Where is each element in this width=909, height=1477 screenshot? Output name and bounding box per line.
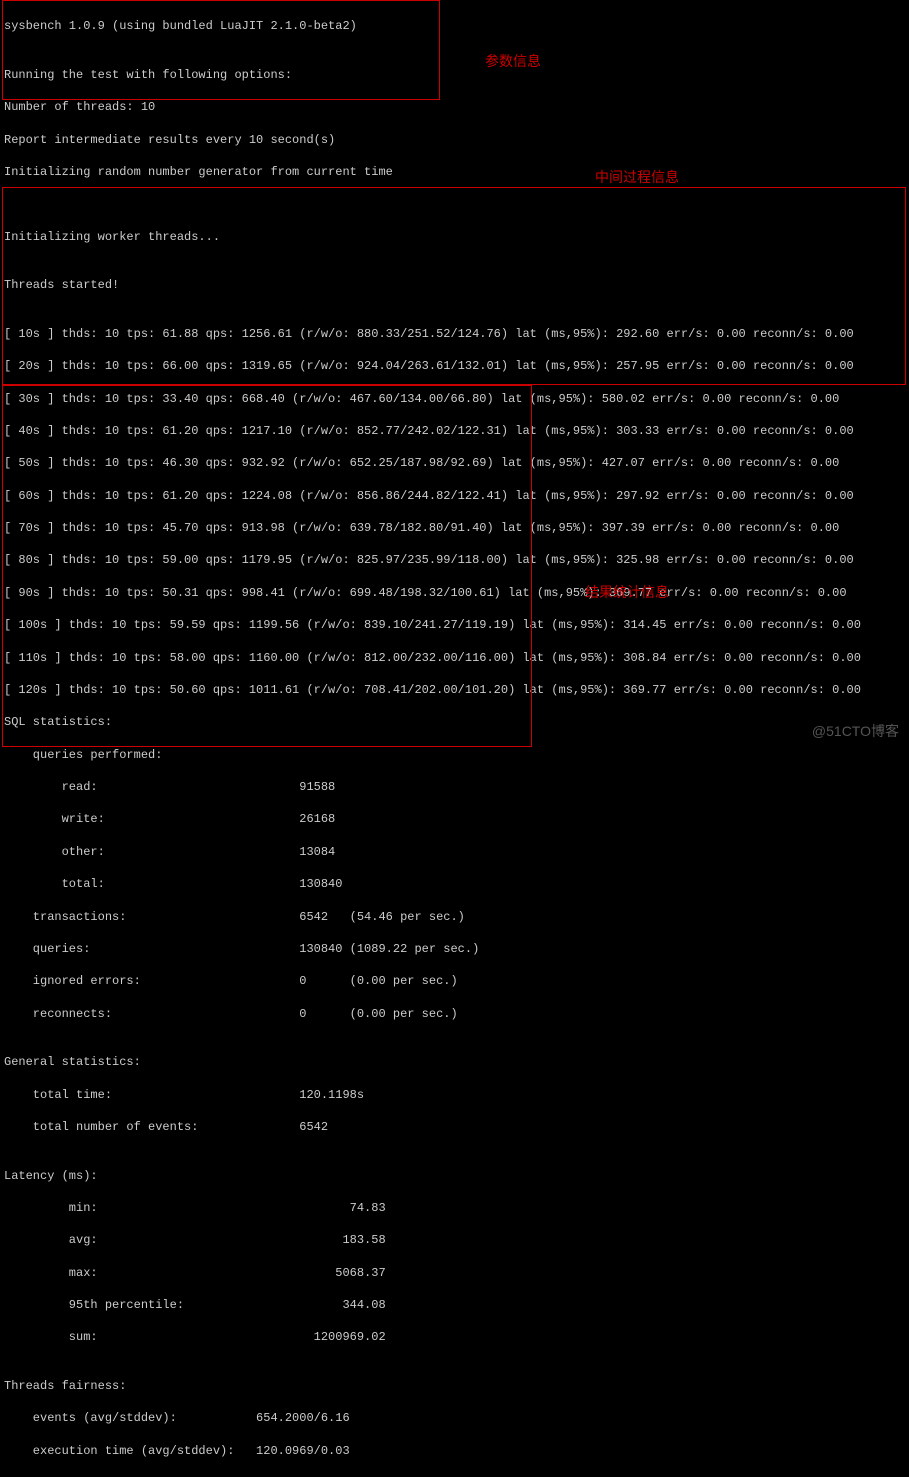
latency-header: Latency (ms): <box>4 1168 905 1184</box>
intermediate-row: [ 90s ] thds: 10 tps: 50.31 qps: 998.41 … <box>4 585 905 601</box>
stat-total-events: total number of events: 6542 <box>4 1119 905 1135</box>
general-stats-header: General statistics: <box>4 1054 905 1070</box>
stat-ignored-errors: ignored errors: 0 (0.00 per sec.) <box>4 973 905 989</box>
version-line: sysbench 1.0.9 (using bundled LuaJIT 2.1… <box>4 18 905 34</box>
stat-exec-fair: execution time (avg/stddev): 120.0969/0.… <box>4 1443 905 1459</box>
stat-lat-sum: sum: 1200969.02 <box>4 1329 905 1345</box>
terminal-output: sysbench 1.0.9 (using bundled LuaJIT 2.1… <box>0 0 909 1477</box>
stat-other: other: 13084 <box>4 844 905 860</box>
stat-lat-max: max: 5068.37 <box>4 1265 905 1281</box>
intermediate-row: [ 110s ] thds: 10 tps: 58.00 qps: 1160.0… <box>4 650 905 666</box>
intermediate-row: [ 120s ] thds: 10 tps: 50.60 qps: 1011.6… <box>4 682 905 698</box>
init-rng-line: Initializing random number generator fro… <box>4 164 905 180</box>
intermediate-row: [ 50s ] thds: 10 tps: 46.30 qps: 932.92 … <box>4 455 905 471</box>
watermark: @51CTO博客 <box>812 722 899 741</box>
intermediate-row: [ 60s ] thds: 10 tps: 61.20 qps: 1224.08… <box>4 488 905 504</box>
threads-line: Number of threads: 10 <box>4 99 905 115</box>
stat-transactions: transactions: 6542 (54.46 per sec.) <box>4 909 905 925</box>
options-header: Running the test with following options: <box>4 67 905 83</box>
stat-events-fair: events (avg/stddev): 654.2000/6.16 <box>4 1410 905 1426</box>
intermediate-row: [ 20s ] thds: 10 tps: 66.00 qps: 1319.65… <box>4 358 905 374</box>
stat-total-time: total time: 120.1198s <box>4 1087 905 1103</box>
stat-lat-min: min: 74.83 <box>4 1200 905 1216</box>
threads-started-line: Threads started! <box>4 277 905 293</box>
intermediate-row: [ 30s ] thds: 10 tps: 33.40 qps: 668.40 … <box>4 391 905 407</box>
intermediate-row: [ 100s ] thds: 10 tps: 59.59 qps: 1199.5… <box>4 617 905 633</box>
stat-queries: queries: 130840 (1089.22 per sec.) <box>4 941 905 957</box>
sql-stats-header: SQL statistics: <box>4 714 905 730</box>
stat-reconnects: reconnects: 0 (0.00 per sec.) <box>4 1006 905 1022</box>
intermediate-row: [ 80s ] thds: 10 tps: 59.00 qps: 1179.95… <box>4 552 905 568</box>
queries-performed-label: queries performed: <box>4 747 905 763</box>
fairness-header: Threads fairness: <box>4 1378 905 1394</box>
stat-write: write: 26168 <box>4 811 905 827</box>
stat-total: total: 130840 <box>4 876 905 892</box>
init-threads-line: Initializing worker threads... <box>4 229 905 245</box>
intermediate-row: [ 70s ] thds: 10 tps: 45.70 qps: 913.98 … <box>4 520 905 536</box>
stat-lat-avg: avg: 183.58 <box>4 1232 905 1248</box>
stat-read: read: 91588 <box>4 779 905 795</box>
intermediate-row: [ 40s ] thds: 10 tps: 61.20 qps: 1217.10… <box>4 423 905 439</box>
stat-lat-95th: 95th percentile: 344.08 <box>4 1297 905 1313</box>
intermediate-row: [ 10s ] thds: 10 tps: 61.88 qps: 1256.61… <box>4 326 905 342</box>
report-line: Report intermediate results every 10 sec… <box>4 132 905 148</box>
